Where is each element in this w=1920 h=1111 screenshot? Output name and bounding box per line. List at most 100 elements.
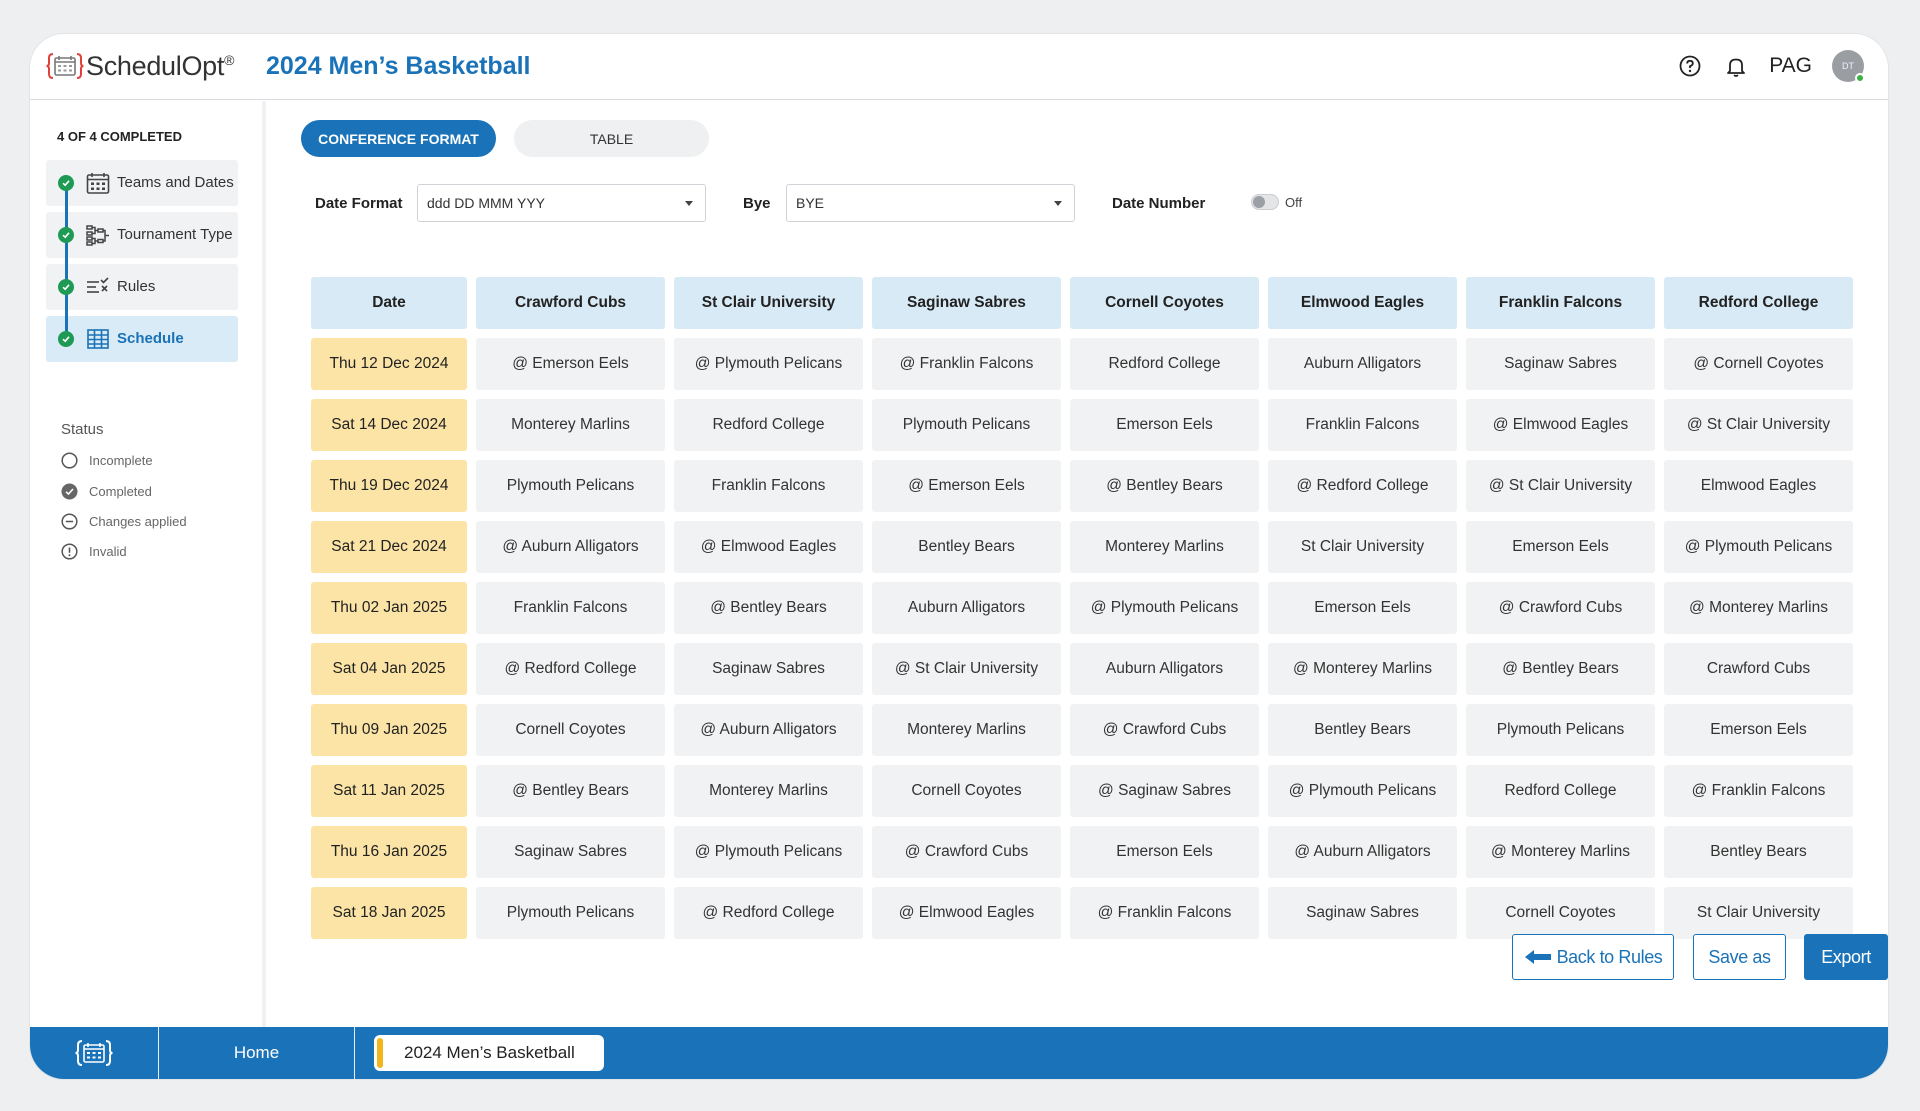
matchup-cell[interactable]: St Clair University	[1268, 521, 1457, 573]
matchup-cell[interactable]: @ Auburn Alligators	[1268, 826, 1457, 878]
matchup-cell[interactable]: Franklin Falcons	[476, 582, 665, 634]
matchup-cell[interactable]: @ Redford College	[1268, 460, 1457, 512]
matchup-cell[interactable]: @ Cornell Coyotes	[1664, 338, 1853, 390]
matchup-cell[interactable]: Redford College	[1070, 338, 1259, 390]
matchup-cell[interactable]: @ Emerson Eels	[872, 460, 1061, 512]
matchup-cell[interactable]: Saginaw Sabres	[1466, 338, 1655, 390]
matchup-cell[interactable]: @ Emerson Eels	[476, 338, 665, 390]
step-tournament-type[interactable]: Tournament Type	[46, 212, 238, 258]
matchup-cell[interactable]: Franklin Falcons	[674, 460, 863, 512]
matchup-cell[interactable]: @ Elmwood Eagles	[872, 887, 1061, 939]
matchup-cell[interactable]: Plymouth Pelicans	[476, 887, 665, 939]
matchup-cell[interactable]: @ Auburn Alligators	[476, 521, 665, 573]
matchup-cell[interactable]: Cornell Coyotes	[872, 765, 1061, 817]
matchup-cell[interactable]: @ Redford College	[476, 643, 665, 695]
matchup-cell[interactable]: Redford College	[1466, 765, 1655, 817]
matchup-cell[interactable]: @ Plymouth Pelicans	[1268, 765, 1457, 817]
matchup-cell[interactable]: @ Auburn Alligators	[674, 704, 863, 756]
tab-conference-format[interactable]: CONFERENCE FORMAT	[301, 120, 496, 157]
matchup-cell[interactable]: Saginaw Sabres	[476, 826, 665, 878]
matchup-cell[interactable]: @ Saginaw Sabres	[1070, 765, 1259, 817]
help-icon[interactable]	[1677, 53, 1703, 79]
matchup-cell[interactable]: @ Monterey Marlins	[1268, 643, 1457, 695]
save-as-button[interactable]: Save as	[1693, 934, 1786, 980]
column-header[interactable]: Date	[311, 277, 467, 329]
date-format-select[interactable]: ddd DD MMM YYY	[417, 184, 706, 222]
matchup-cell[interactable]: @ Bentley Bears	[476, 765, 665, 817]
matchup-cell[interactable]: Bentley Bears	[1664, 826, 1853, 878]
matchup-cell[interactable]: Bentley Bears	[872, 521, 1061, 573]
matchup-cell[interactable]: Monterey Marlins	[872, 704, 1061, 756]
matchup-cell[interactable]: Franklin Falcons	[1268, 399, 1457, 451]
matchup-cell[interactable]: @ Redford College	[674, 887, 863, 939]
step-rules[interactable]: Rules	[46, 264, 238, 310]
matchup-cell[interactable]: Cornell Coyotes	[476, 704, 665, 756]
matchup-cell[interactable]: @ Elmwood Eagles	[674, 521, 863, 573]
date-cell[interactable]: Sat 14 Dec 2024	[311, 399, 467, 451]
matchup-cell[interactable]: Plymouth Pelicans	[1466, 704, 1655, 756]
taskbar-logo[interactable]	[30, 1027, 159, 1079]
matchup-cell[interactable]: Saginaw Sabres	[1268, 887, 1457, 939]
matchup-cell[interactable]: @ Bentley Bears	[1466, 643, 1655, 695]
column-header[interactable]: Redford College	[1664, 277, 1853, 329]
date-cell[interactable]: Thu 19 Dec 2024	[311, 460, 467, 512]
matchup-cell[interactable]: Emerson Eels	[1070, 826, 1259, 878]
column-header[interactable]: Saginaw Sabres	[872, 277, 1061, 329]
matchup-cell[interactable]: Auburn Alligators	[1268, 338, 1457, 390]
matchup-cell[interactable]: Saginaw Sabres	[674, 643, 863, 695]
column-header[interactable]: Cornell Coyotes	[1070, 277, 1259, 329]
matchup-cell[interactable]: Redford College	[674, 399, 863, 451]
date-cell[interactable]: Sat 18 Jan 2025	[311, 887, 467, 939]
app-logo[interactable]: SchedulOpt®	[46, 48, 234, 84]
back-to-rules-button[interactable]: Back to Rules	[1512, 934, 1674, 980]
matchup-cell[interactable]: @ St Clair University	[1466, 460, 1655, 512]
matchup-cell[interactable]: @ Franklin Falcons	[872, 338, 1061, 390]
matchup-cell[interactable]: @ Bentley Bears	[674, 582, 863, 634]
avatar[interactable]: DT	[1832, 50, 1865, 83]
column-header[interactable]: Crawford Cubs	[476, 277, 665, 329]
matchup-cell[interactable]: @ Crawford Cubs	[872, 826, 1061, 878]
taskbar-tab-active[interactable]: 2024 Men’s Basketball	[374, 1035, 604, 1071]
column-header[interactable]: St Clair University	[674, 277, 863, 329]
notification-bell-icon[interactable]	[1723, 53, 1749, 79]
tab-table[interactable]: TABLE	[514, 120, 709, 157]
matchup-cell[interactable]: @ Crawford Cubs	[1466, 582, 1655, 634]
matchup-cell[interactable]: @ Bentley Bears	[1070, 460, 1259, 512]
matchup-cell[interactable]: @ Franklin Falcons	[1664, 765, 1853, 817]
matchup-cell[interactable]: @ St Clair University	[1664, 399, 1853, 451]
matchup-cell[interactable]: Bentley Bears	[1268, 704, 1457, 756]
date-cell[interactable]: Thu 12 Dec 2024	[311, 338, 467, 390]
date-cell[interactable]: Sat 04 Jan 2025	[311, 643, 467, 695]
matchup-cell[interactable]: @ Franklin Falcons	[1070, 887, 1259, 939]
step-teams-and-dates[interactable]: Teams and Dates	[46, 160, 238, 206]
matchup-cell[interactable]: @ Plymouth Pelicans	[1664, 521, 1853, 573]
date-number-toggle[interactable]	[1251, 194, 1279, 210]
matchup-cell[interactable]: Emerson Eels	[1268, 582, 1457, 634]
date-cell[interactable]: Thu 02 Jan 2025	[311, 582, 467, 634]
matchup-cell[interactable]: Auburn Alligators	[872, 582, 1061, 634]
matchup-cell[interactable]: @ Plymouth Pelicans	[674, 338, 863, 390]
bye-select[interactable]: BYE	[786, 184, 1075, 222]
date-cell[interactable]: Thu 16 Jan 2025	[311, 826, 467, 878]
matchup-cell[interactable]: Monterey Marlins	[476, 399, 665, 451]
matchup-cell[interactable]: @ Elmwood Eagles	[1466, 399, 1655, 451]
matchup-cell[interactable]: Elmwood Eagles	[1664, 460, 1853, 512]
matchup-cell[interactable]: Crawford Cubs	[1664, 643, 1853, 695]
matchup-cell[interactable]: Cornell Coyotes	[1466, 887, 1655, 939]
matchup-cell[interactable]: Monterey Marlins	[1070, 521, 1259, 573]
matchup-cell[interactable]: Emerson Eels	[1466, 521, 1655, 573]
matchup-cell[interactable]: @ Monterey Marlins	[1466, 826, 1655, 878]
date-cell[interactable]: Sat 11 Jan 2025	[311, 765, 467, 817]
matchup-cell[interactable]: @ Crawford Cubs	[1070, 704, 1259, 756]
column-header[interactable]: Elmwood Eagles	[1268, 277, 1457, 329]
matchup-cell[interactable]: Emerson Eels	[1070, 399, 1259, 451]
step-schedule[interactable]: Schedule	[46, 316, 238, 362]
matchup-cell[interactable]: @ Monterey Marlins	[1664, 582, 1853, 634]
export-button[interactable]: Export	[1804, 934, 1888, 980]
matchup-cell[interactable]: Plymouth Pelicans	[476, 460, 665, 512]
matchup-cell[interactable]: Monterey Marlins	[674, 765, 863, 817]
user-code[interactable]: PAG	[1769, 54, 1812, 78]
matchup-cell[interactable]: Auburn Alligators	[1070, 643, 1259, 695]
taskbar-home[interactable]: Home	[159, 1027, 355, 1079]
matchup-cell[interactable]: @ Plymouth Pelicans	[674, 826, 863, 878]
